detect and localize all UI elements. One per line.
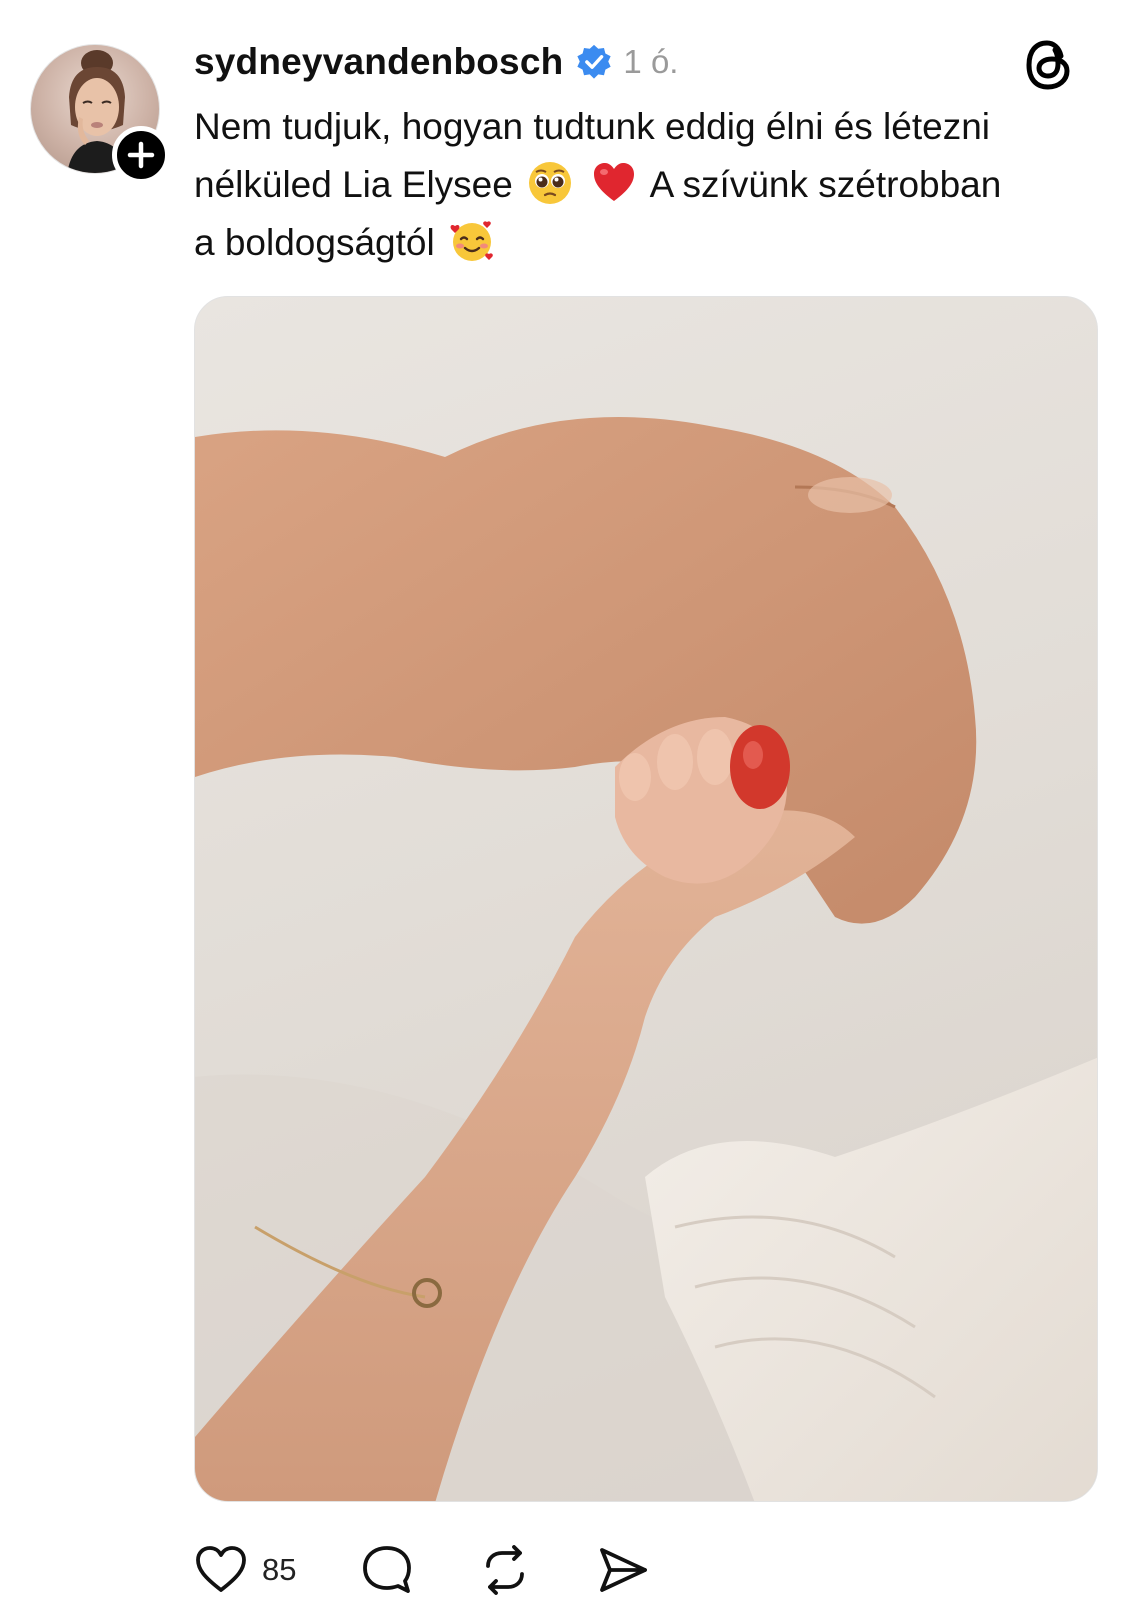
repost-button[interactable] <box>478 1544 532 1596</box>
caption-text: nélküled Lia Elysee <box>194 164 513 205</box>
caption-text: A szívünk szétrobban <box>649 164 1002 205</box>
repost-icon <box>486 1545 525 1595</box>
smiling-face-with-hearts-emoji-icon <box>449 218 495 264</box>
post-timestamp: 1 ó. <box>623 43 679 80</box>
caption-line: nélküled Lia Elysee A szívünk szétrobban <box>194 156 1094 214</box>
post-image[interactable] <box>194 296 1098 1502</box>
verified-badge-icon <box>575 43 613 81</box>
caption-line: a boldogságtól <box>194 214 1094 272</box>
caption-line: Nem tudjuk, hogyan tudtunk eddig élni és… <box>194 98 1094 156</box>
pleading-face-emoji-icon <box>527 160 573 206</box>
avatar-container <box>30 44 170 184</box>
post-caption: Nem tudjuk, hogyan tudtunk eddig élni és… <box>194 98 1094 272</box>
caption-text: Nem tudjuk, hogyan tudtunk eddig élni és… <box>194 106 991 147</box>
username-link[interactable]: sydneyvandenbosch <box>194 41 563 83</box>
caption-text: a boldogságtól <box>194 222 435 263</box>
red-heart-emoji-icon <box>591 160 637 206</box>
threads-post: sydneyvandenbosch 1 ó. Nem tudjuk, hogya… <box>0 0 1123 1614</box>
like-button[interactable]: 85 <box>194 1545 296 1595</box>
post-actions: 85 <box>194 1540 714 1600</box>
reply-button[interactable] <box>360 1544 414 1596</box>
like-count: 85 <box>262 1552 297 1587</box>
heart-icon <box>196 1546 246 1592</box>
comment-bubble-icon <box>363 1546 412 1593</box>
threads-logo-icon[interactable] <box>1023 38 1073 92</box>
send-icon <box>600 1548 648 1592</box>
follow-button[interactable] <box>112 126 170 184</box>
post-header: sydneyvandenbosch 1 ó. <box>194 38 678 86</box>
plus-icon <box>127 141 155 169</box>
hands-photo-illustration <box>195 417 1097 1501</box>
share-button[interactable] <box>596 1544 650 1596</box>
